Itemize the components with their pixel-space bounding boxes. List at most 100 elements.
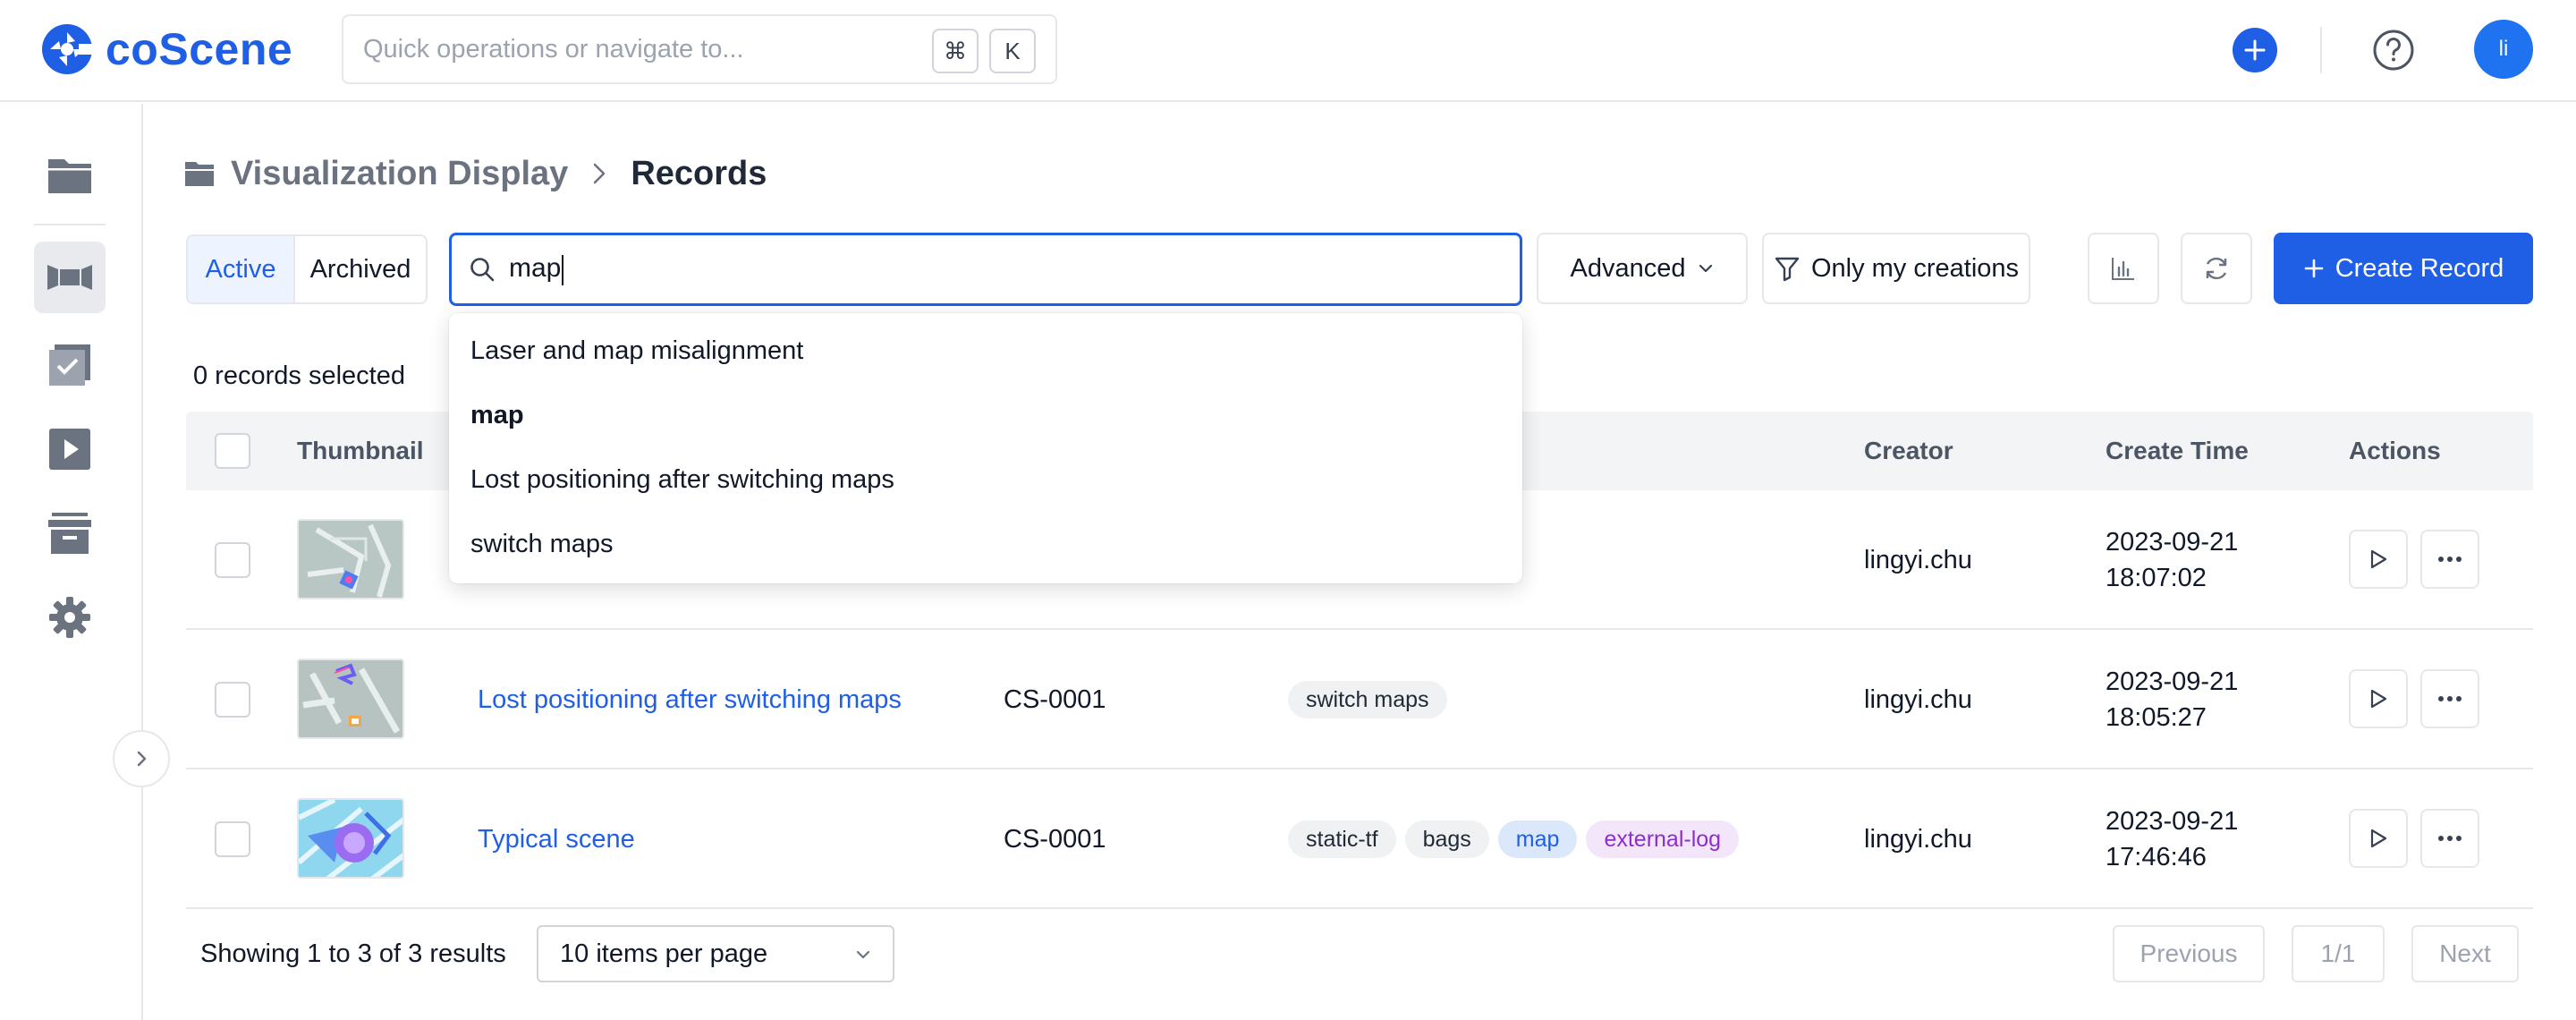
row-checkbox[interactable]: [215, 682, 250, 718]
record-name-link[interactable]: Lost positioning after switching maps: [478, 630, 902, 769]
suggestion-item[interactable]: Lost positioning after switching maps: [449, 447, 1522, 512]
chevron-down-icon: [856, 950, 870, 959]
record-tags: static-tf bags map external-log: [1288, 769, 1740, 909]
advanced-filter-label: Advanced: [1570, 253, 1686, 283]
record-tag-highlighted[interactable]: external-log: [1586, 820, 1740, 858]
play-record-button[interactable]: [2349, 530, 2408, 589]
play-record-button[interactable]: [2349, 809, 2408, 868]
select-all-checkbox[interactable]: [215, 433, 250, 469]
record-thumbnail[interactable]: [297, 798, 404, 879]
coscene-logo-icon: [42, 24, 95, 74]
more-horizontal-icon: [2438, 696, 2462, 701]
search-suggestions-dropdown: Laser and map misalignment map Lost posi…: [449, 313, 1522, 583]
gear-icon: [49, 597, 90, 638]
sidebar: [0, 104, 170, 1020]
row-checkbox[interactable]: [215, 821, 250, 857]
record-thumbnail[interactable]: [297, 659, 404, 739]
table-row[interactable]: Lost positioning after switching maps CS…: [186, 630, 2533, 769]
suggestion-item[interactable]: Laser and map misalignment: [449, 319, 1522, 383]
play-record-button[interactable]: [2349, 669, 2408, 728]
play-icon: [2370, 829, 2387, 848]
record-tag[interactable]: bags: [1404, 820, 1489, 858]
shortcut-cmd-key: ⌘: [932, 29, 979, 73]
record-tag[interactable]: switch maps: [1288, 681, 1447, 718]
record-tag[interactable]: static-tf: [1288, 820, 1396, 858]
search-input-value: map: [509, 253, 564, 285]
column-header-thumbnail: Thumbnail: [297, 437, 424, 464]
record-create-time: 2023-09-21 18:05:27: [2106, 630, 2238, 769]
table-row[interactable]: Typical scene CS-0001 static-tf bags map…: [186, 769, 2533, 909]
only-my-creations-button[interactable]: Only my creations: [1762, 233, 2030, 304]
play-icon: [49, 429, 90, 470]
record-name-link[interactable]: Typical scene: [478, 769, 635, 909]
page-indicator: 1/1: [2292, 925, 2385, 982]
record-icon: [47, 265, 92, 290]
more-actions-button[interactable]: [2420, 809, 2479, 868]
top-bar-divider: [2320, 27, 2322, 73]
record-create-date: 2023-09-21: [2106, 667, 2239, 696]
map-thumbnail-image: [299, 521, 402, 598]
chevron-right-icon: [594, 163, 606, 184]
breadcrumb: Visualization Display Records: [184, 149, 767, 199]
next-page-button[interactable]: Next: [2411, 925, 2519, 982]
plus-icon: [2244, 39, 2266, 61]
sidebar-item-archive[interactable]: [34, 497, 106, 569]
create-record-button[interactable]: Create Record: [2274, 233, 2533, 304]
shortcut-k-key: K: [989, 29, 1036, 73]
search-icon: [470, 258, 495, 282]
column-header-actions: Actions: [2349, 437, 2441, 464]
record-create-time: 2023-09-21 17:46:46: [2106, 769, 2238, 909]
record-thumbnail[interactable]: [297, 519, 404, 599]
sidebar-divider: [34, 224, 106, 225]
statistics-button[interactable]: [2088, 233, 2159, 304]
more-horizontal-icon: [2438, 836, 2462, 841]
quick-search-placeholder: Quick operations or navigate to...: [363, 34, 744, 64]
brand-name: coScene: [106, 24, 293, 74]
breadcrumb-project-link[interactable]: Visualization Display: [231, 155, 568, 193]
more-actions-button[interactable]: [2420, 669, 2479, 728]
record-status-toggle: Active Archived: [186, 234, 428, 304]
sidebar-item-playback[interactable]: [34, 413, 106, 485]
more-actions-button[interactable]: [2420, 530, 2479, 589]
record-creator: lingyi.chu: [1864, 684, 1972, 714]
record-create-date: 2023-09-21: [2106, 528, 2239, 557]
row-checkbox[interactable]: [215, 542, 250, 578]
sidebar-expand-button[interactable]: [113, 730, 170, 787]
help-button[interactable]: [2370, 27, 2417, 73]
map-thumbnail-image: [299, 660, 402, 737]
record-create-clock: 18:05:27: [2106, 703, 2207, 732]
user-initials: li: [2498, 37, 2509, 61]
record-create-clock: 17:46:46: [2106, 843, 2207, 871]
suggestion-item[interactable]: switch maps: [449, 512, 1522, 576]
column-header-creator[interactable]: Creator: [1864, 412, 1953, 490]
record-search-input[interactable]: map: [449, 233, 1522, 306]
sidebar-item-records[interactable]: [34, 242, 106, 313]
user-avatar[interactable]: li: [2474, 20, 2533, 79]
advanced-filter-button[interactable]: Advanced: [1537, 233, 1748, 304]
help-icon: [2373, 30, 2414, 71]
archive-icon: [48, 513, 91, 554]
sidebar-item-projects[interactable]: [34, 140, 106, 211]
tab-active[interactable]: Active: [188, 236, 295, 302]
refresh-button[interactable]: [2181, 233, 2252, 304]
sidebar-item-tasks[interactable]: [34, 329, 106, 401]
column-header-create-time[interactable]: Create Time: [2106, 412, 2249, 490]
filter-icon: [1775, 257, 1800, 282]
suggestion-item[interactable]: map: [449, 383, 1522, 447]
items-per-page-select[interactable]: 10 items per page: [537, 925, 894, 982]
tab-archived[interactable]: Archived: [295, 236, 426, 302]
play-icon: [2370, 689, 2387, 709]
global-add-button[interactable]: [2233, 28, 2277, 72]
record-create-time: 2023-09-21 18:07:02: [2106, 490, 2238, 630]
results-summary: Showing 1 to 3 of 3 results: [200, 939, 506, 968]
only-my-creations-label: Only my creations: [1810, 253, 2020, 283]
quick-search-input[interactable]: Quick operations or navigate to... ⌘ K: [342, 14, 1057, 84]
record-create-date: 2023-09-21: [2106, 807, 2239, 836]
sidebar-item-settings[interactable]: [34, 582, 106, 653]
chevron-right-icon: [137, 751, 147, 767]
record-tag-highlighted[interactable]: map: [1497, 820, 1578, 858]
previous-page-button[interactable]: Previous: [2113, 925, 2265, 982]
record-project-id: CS-0001: [1004, 824, 1106, 854]
scene-thumbnail-image: [299, 800, 402, 877]
brand-logo[interactable]: coScene: [39, 20, 292, 79]
